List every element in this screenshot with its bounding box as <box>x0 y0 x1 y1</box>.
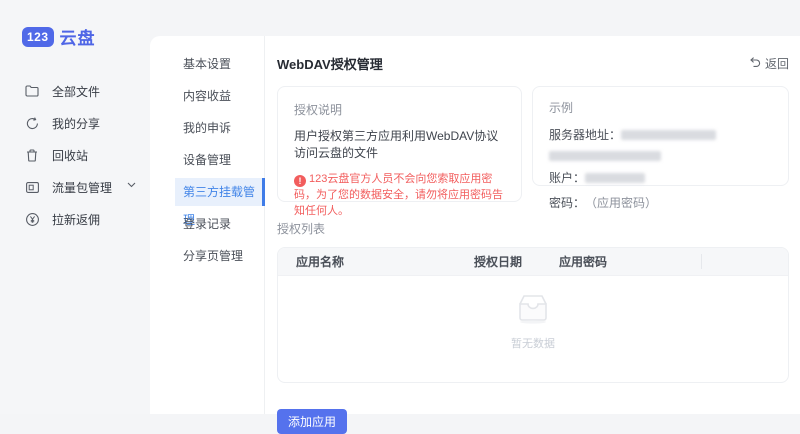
commission-icon <box>25 212 39 226</box>
logo-text: 云盘 <box>60 24 96 49</box>
password-hint: （应用密码） <box>585 194 657 211</box>
auth-list-table: 应用名称 授权日期 应用密码 暂无数据 <box>277 247 789 383</box>
sidebar-item-label: 流量包管理 <box>52 179 112 196</box>
sidebar-item-label: 我的分享 <box>52 115 100 132</box>
auth-note-description: 用户授权第三方应用利用WebDAV协议访问云盘的文件 <box>294 127 505 161</box>
back-button[interactable]: 返回 <box>748 55 789 72</box>
sidebar-nav: 全部文件 我的分享 回收站 流量包管理 拉 <box>0 75 150 235</box>
page-title: WebDAV授权管理 <box>277 54 383 73</box>
server-address-label: 服务器地址： <box>549 126 621 143</box>
column-divider <box>701 254 702 269</box>
settings-menu: 基本设置 内容收益 我的申诉 设备管理 第三方挂载管理 登录记录 分享页管理 <box>150 36 265 414</box>
chevron-down-icon <box>127 182 136 188</box>
account-label: 账户： <box>549 169 585 186</box>
warning-icon: ! <box>294 175 306 187</box>
sidebar-item-referral[interactable]: 拉新返佣 <box>0 203 150 235</box>
data-package-icon <box>25 180 39 194</box>
add-app-button[interactable]: 添加应用 <box>277 409 347 434</box>
empty-text: 暂无数据 <box>278 335 788 351</box>
content-area: WebDAV授权管理 返回 授权说明 用户授权第三方应用利用WebDAV协议访问… <box>265 36 800 414</box>
empty-box-icon <box>512 292 554 324</box>
menu-item-my-appeals[interactable]: 我的申诉 <box>175 114 265 142</box>
sidebar-item-my-shares[interactable]: 我的分享 <box>0 107 150 139</box>
column-app-password: 应用密码 <box>541 253 788 270</box>
folder-icon <box>25 84 39 98</box>
server-address-redacted-2 <box>549 151 661 161</box>
app-logo[interactable]: 123 云盘 <box>22 24 150 49</box>
menu-item-third-party-mount[interactable]: 第三方挂载管理 <box>175 178 265 206</box>
auth-note-warning: !123云盘官方人员不会向您索取应用密码，为了您的数据安全，请勿将应用密码告知任… <box>294 171 505 219</box>
menu-item-share-page[interactable]: 分享页管理 <box>175 242 265 270</box>
settings-panel: 基本设置 内容收益 我的申诉 设备管理 第三方挂载管理 登录记录 分享页管理 W… <box>150 36 800 414</box>
back-arrow-icon <box>748 56 761 71</box>
share-icon <box>25 116 39 130</box>
menu-item-device-management[interactable]: 设备管理 <box>175 146 265 174</box>
column-auth-date: 授权日期 <box>456 253 541 270</box>
password-label: 密码： <box>549 194 585 211</box>
auth-note-card: 授权说明 用户授权第三方应用利用WebDAV协议访问云盘的文件 !123云盘官方… <box>277 86 522 202</box>
sidebar-item-all-files[interactable]: 全部文件 <box>0 75 150 107</box>
back-label: 返回 <box>765 55 789 72</box>
logo-123-icon: 123 <box>22 27 54 47</box>
sidebar-item-data-package[interactable]: 流量包管理 <box>0 171 150 203</box>
table-header-row: 应用名称 授权日期 应用密码 <box>278 248 788 276</box>
menu-item-login-records[interactable]: 登录记录 <box>175 210 265 238</box>
empty-state: 暂无数据 <box>278 292 788 351</box>
trash-icon <box>25 148 39 162</box>
sidebar-item-label: 拉新返佣 <box>52 211 100 228</box>
server-address-redacted <box>621 130 716 140</box>
account-redacted <box>585 173 645 183</box>
sidebar-item-label: 全部文件 <box>52 83 100 100</box>
sidebar-item-recycle-bin[interactable]: 回收站 <box>0 139 150 171</box>
auth-note-title: 授权说明 <box>294 101 505 118</box>
auth-list-title: 授权列表 <box>277 220 789 237</box>
example-title: 示例 <box>549 99 772 116</box>
sidebar-item-label: 回收站 <box>52 147 88 164</box>
sidebar: 123 云盘 全部文件 我的分享 回收站 流量包管理 <box>0 0 150 414</box>
example-card: 示例 服务器地址： 账户： 密码： （应用密码） <box>532 86 789 186</box>
menu-item-content-revenue[interactable]: 内容收益 <box>175 82 265 110</box>
column-app-name: 应用名称 <box>278 253 456 270</box>
menu-item-basic-settings[interactable]: 基本设置 <box>175 50 265 78</box>
